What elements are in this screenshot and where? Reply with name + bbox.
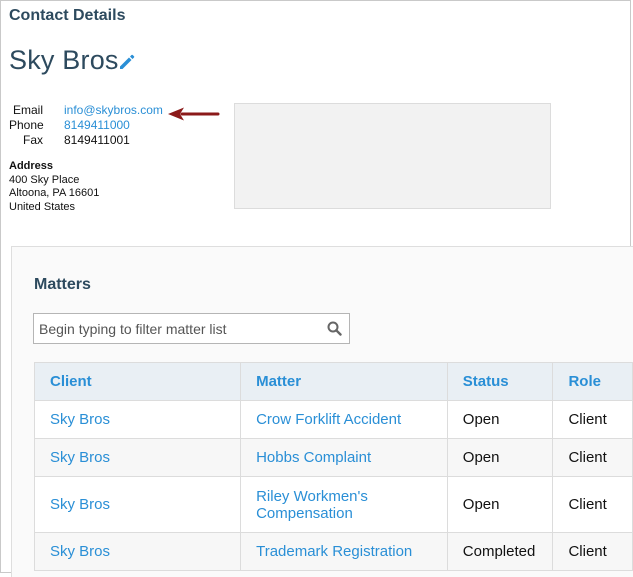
phone-link[interactable]: 8149411000 bbox=[64, 118, 130, 133]
email-link[interactable]: info@skybros.com bbox=[64, 103, 163, 118]
role-cell: Client bbox=[552, 400, 633, 439]
address-line: United States bbox=[9, 201, 76, 214]
address-line: 400 Sky Place bbox=[9, 173, 80, 186]
section-title: Contact Details bbox=[9, 7, 126, 24]
client-link[interactable]: Sky Bros bbox=[50, 496, 110, 513]
address-block: Address 400 Sky Place Altoona, PA 16601 … bbox=[9, 160, 99, 215]
map-placeholder bbox=[234, 103, 551, 209]
table-row: Sky Bros Hobbs Complaint Open Client bbox=[33, 438, 633, 477]
pencil-icon[interactable] bbox=[118, 53, 136, 71]
matter-filter-input[interactable] bbox=[34, 314, 314, 343]
contact-name: Sky Bros bbox=[9, 45, 119, 75]
status-cell: Completed bbox=[446, 532, 554, 571]
matters-title: Matters bbox=[34, 276, 91, 293]
status-cell: Open bbox=[446, 400, 554, 439]
status-cell: Open bbox=[446, 438, 554, 477]
client-link[interactable]: Sky Bros bbox=[50, 411, 110, 428]
role-cell: Client bbox=[552, 438, 633, 477]
matter-link[interactable]: Trademark Registration bbox=[256, 543, 412, 560]
table-header-row: Client Matter Status Role bbox=[33, 362, 633, 401]
email-label: Email bbox=[12, 103, 43, 117]
column-header-matter[interactable]: Matter bbox=[240, 362, 448, 401]
matters-table: Client Matter Status Role Sky Bros Crow … bbox=[33, 362, 633, 571]
fax-value: 8149411001 bbox=[64, 133, 130, 147]
table-row: Sky Bros Crow Forklift Accident Open Cli… bbox=[33, 400, 633, 439]
phone-label: Phone bbox=[9, 118, 44, 132]
client-link[interactable]: Sky Bros bbox=[50, 449, 110, 466]
annotation-arrow-icon bbox=[168, 107, 220, 121]
role-cell: Client bbox=[552, 532, 633, 571]
search-icon[interactable] bbox=[327, 321, 342, 336]
matter-link[interactable]: Hobbs Complaint bbox=[256, 449, 371, 466]
client-link[interactable]: Sky Bros bbox=[50, 543, 110, 560]
matter-link[interactable]: Crow Forklift Accident bbox=[256, 411, 401, 428]
status-cell: Open bbox=[446, 476, 554, 533]
address-label: Address bbox=[9, 160, 54, 172]
matter-link[interactable]: Riley Workmen's Compensation bbox=[256, 488, 368, 522]
fax-label: Fax bbox=[22, 133, 43, 147]
column-header-role[interactable]: Role bbox=[552, 362, 633, 401]
column-header-status[interactable]: Status bbox=[446, 362, 554, 401]
table-row: Sky Bros Riley Workmen's Compensation Op… bbox=[33, 476, 633, 533]
matter-filter bbox=[33, 313, 350, 344]
role-cell: Client bbox=[552, 476, 633, 533]
address-line: Altoona, PA 16601 bbox=[9, 187, 100, 200]
column-header-client[interactable]: Client bbox=[33, 362, 242, 401]
table-row: Sky Bros Trademark Registration Complete… bbox=[33, 532, 633, 571]
